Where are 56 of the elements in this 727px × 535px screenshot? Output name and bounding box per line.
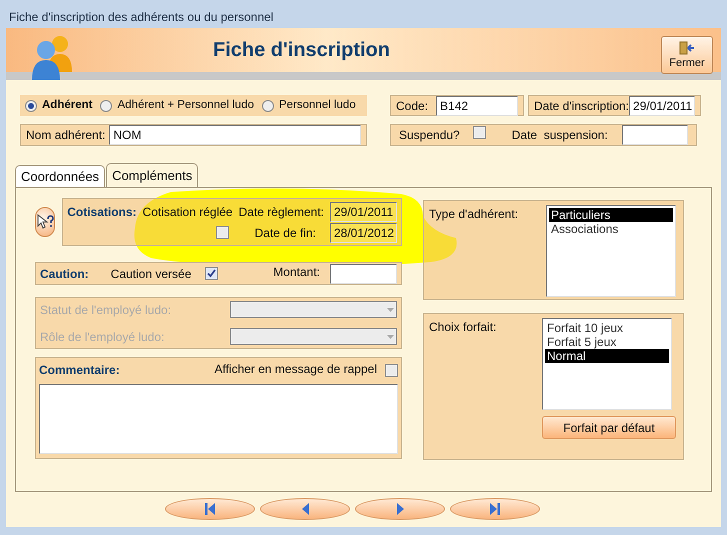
skip-last-icon: [490, 502, 500, 514]
form-title: Fiche d'inscription: [213, 38, 390, 63]
caret-icon: [387, 308, 394, 312]
checkbox[interactable]: [205, 266, 218, 280]
default-plan-button[interactable]: Forfait par défaut: [542, 416, 676, 439]
field-label: Rôle de l'employé ludo:: [40, 328, 164, 346]
next-arrow-icon: [396, 502, 404, 514]
amount-field[interactable]: [330, 264, 397, 284]
close-button[interactable]: Fermer: [661, 36, 713, 74]
radio-label: Personnel ludo: [279, 98, 356, 113]
field-label: Date suspension:: [512, 127, 608, 144]
section-title: Cotisations:: [67, 204, 137, 220]
radio-button[interactable]: [25, 100, 37, 112]
checkbox[interactable]: [385, 364, 398, 376]
section-title: Caution:: [40, 266, 89, 282]
field-label: Date règlement:: [238, 204, 324, 220]
field-label: Suspendu?: [399, 127, 460, 144]
radio-label: Adhérent + Personnel ludo: [117, 98, 254, 113]
door-exit-icon: [679, 40, 695, 54]
tab[interactable]: Compléments: [106, 163, 198, 187]
field-label: Code:: [396, 98, 428, 114]
date-field[interactable]: [622, 125, 688, 145]
date-field[interactable]: 29/01/2011: [629, 96, 696, 116]
radio-button[interactable]: [100, 100, 112, 112]
help-button[interactable]: [35, 207, 56, 237]
checkbox-label: Cotisation réglée: [142, 204, 233, 220]
field-label: Statut de l'employé ludo:: [40, 302, 172, 318]
list-item[interactable]: Forfait 5 jeux: [545, 335, 669, 349]
checkbox[interactable]: [472, 126, 486, 139]
tab[interactable]: Coordonnées: [15, 165, 106, 187]
checkbox[interactable]: [216, 226, 229, 239]
code-field[interactable]: B142: [436, 96, 518, 116]
field-label: Nom adhérent:: [26, 127, 106, 144]
window-title: Fiche d'inscription des adhérents ou du personnel: [9, 9, 274, 26]
caret-icon: [387, 334, 394, 338]
name-field[interactable]: NOM: [109, 125, 361, 145]
list-box[interactable]: Forfait 10 jeux Forfait 5 jeux Normal: [542, 318, 672, 410]
checkbox-label: Afficher en message de rappel: [214, 361, 377, 378]
list-box[interactable]: Particuliers Associations: [546, 205, 676, 297]
help-cursor-icon: [36, 214, 54, 230]
field-label: Date d'inscription:: [534, 98, 630, 114]
comment-field[interactable]: [39, 384, 398, 454]
section-title: Commentaire:: [39, 362, 120, 379]
list-item[interactable]: Associations: [549, 222, 673, 236]
list-item[interactable]: Particuliers: [549, 208, 673, 222]
radio-label: Adhérent: [42, 98, 92, 113]
skip-first-icon: [205, 502, 215, 514]
list-item[interactable]: Forfait 10 jeux: [545, 321, 669, 335]
field-label: Date de fin:: [254, 224, 317, 242]
checkbox-label: Caution versée: [110, 266, 192, 282]
field-label: Choix forfait:: [429, 319, 496, 336]
field-label: Montant:: [273, 264, 320, 281]
field-label: Type d'adhérent:: [429, 206, 518, 223]
radio-button[interactable]: [262, 100, 274, 112]
previous-arrow-icon: [302, 502, 308, 514]
list-item[interactable]: Normal: [545, 349, 669, 363]
